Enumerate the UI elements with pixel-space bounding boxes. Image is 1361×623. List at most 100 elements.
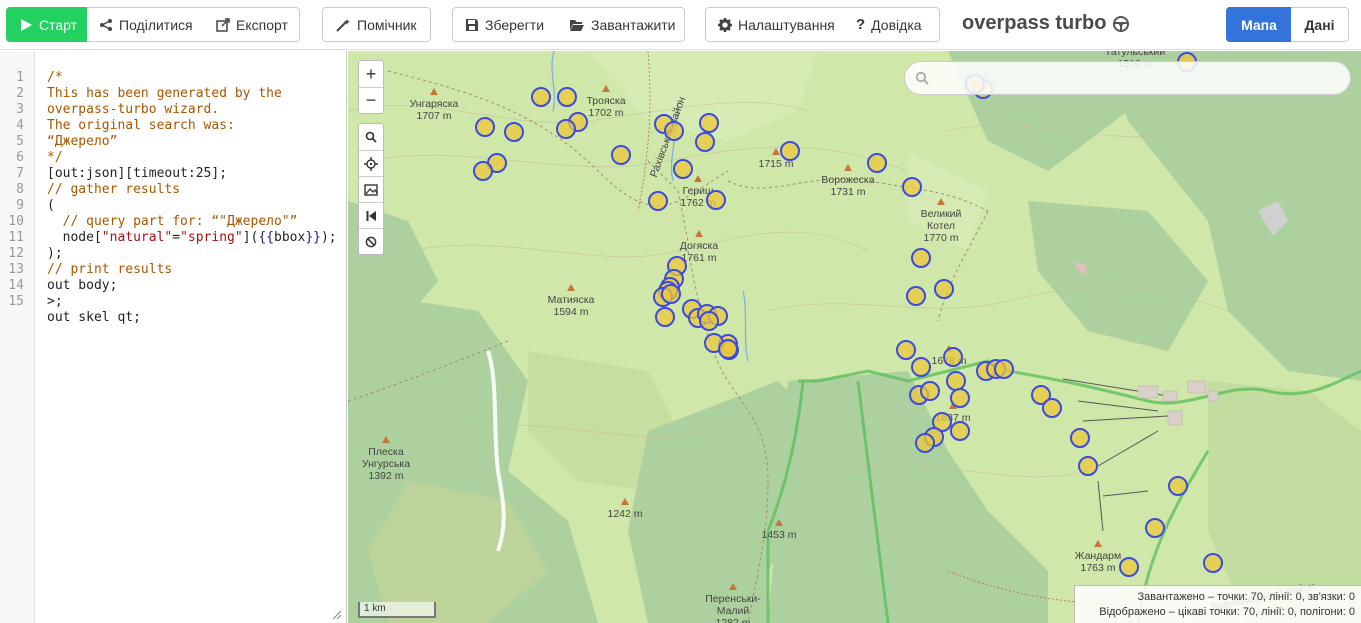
run-label: Старт — [39, 16, 78, 33]
spring-marker[interactable] — [780, 141, 800, 161]
spring-marker[interactable] — [896, 340, 916, 360]
spring-marker[interactable] — [475, 117, 495, 137]
export-button[interactable]: Експорт — [204, 7, 300, 42]
spring-marker[interactable] — [504, 122, 524, 142]
spring-marker[interactable] — [943, 347, 963, 367]
spring-marker[interactable] — [673, 159, 693, 179]
spring-marker[interactable] — [557, 87, 577, 107]
restore-view-button[interactable] — [359, 202, 383, 228]
spring-marker[interactable] — [706, 190, 726, 210]
spring-marker[interactable] — [867, 153, 887, 173]
scale-bar: 1 km — [358, 602, 436, 618]
spring-marker[interactable] — [1203, 553, 1223, 573]
code-token: */ — [47, 150, 63, 165]
code-line: [out:json][timeout:25]; — [47, 166, 337, 182]
load-label: Завантажити — [591, 16, 676, 33]
spring-marker[interactable] — [920, 381, 940, 401]
line-number: 13 — [8, 262, 24, 277]
save-button[interactable]: Зберегти — [452, 7, 558, 42]
run-button[interactable]: Старт — [6, 7, 88, 42]
search-button[interactable] — [359, 124, 383, 150]
code-token: The original search was: — [47, 118, 235, 133]
spring-marker[interactable] — [1168, 476, 1188, 496]
spring-marker[interactable] — [1078, 456, 1098, 476]
spring-marker[interactable] — [950, 421, 970, 441]
tab-map[interactable]: Мапа — [1226, 7, 1292, 42]
spring-marker[interactable] — [699, 113, 719, 133]
code-line: ); — [47, 246, 337, 262]
spring-marker[interactable] — [648, 191, 668, 211]
peak-name: Ворожеска — [821, 174, 875, 186]
code-line: The original search was: — [47, 118, 337, 134]
help-button[interactable]: ? Довідка — [844, 7, 940, 42]
spring-marker[interactable] — [911, 357, 931, 377]
zoom-in-button[interactable]: + — [359, 61, 383, 87]
share-button[interactable]: Поділитися — [87, 7, 205, 42]
spring-marker[interactable] — [556, 119, 576, 139]
spring-marker[interactable] — [664, 121, 684, 141]
spring-marker[interactable] — [915, 433, 935, 453]
spring-marker[interactable] — [473, 161, 493, 181]
code-line: This has been generated by the — [47, 86, 337, 102]
spring-marker[interactable] — [1042, 398, 1062, 418]
settings-button[interactable]: Налаштування — [705, 7, 845, 42]
map-search-input[interactable] — [939, 68, 1339, 90]
peak-marker-icon — [382, 436, 390, 443]
peak-label: Гериш 1762 m — [658, 185, 738, 209]
spring-marker[interactable] — [611, 145, 631, 165]
spring-marker[interactable] — [718, 339, 738, 359]
spring-marker[interactable] — [531, 87, 551, 107]
peak-label: 1715 m — [736, 158, 816, 170]
zoom-out-button[interactable]: − — [359, 87, 383, 113]
code-token: [out:json][timeout: — [47, 166, 196, 181]
spring-marker[interactable] — [699, 311, 719, 331]
spring-marker[interactable] — [911, 248, 931, 268]
code-token: out skel qt; — [47, 310, 141, 325]
map-search-bar[interactable] — [904, 61, 1351, 95]
map-view[interactable]: Унгаряска 1707 m Трояска 1702 m 1715 m Вороже… — [348, 51, 1361, 623]
peak-marker-icon — [937, 198, 945, 205]
ban-icon — [365, 236, 377, 247]
peak-marker-icon — [775, 519, 783, 526]
code-token: }} — [305, 230, 321, 245]
locate-button[interactable] — [359, 150, 383, 176]
toolbar: Старт Поділитися Експорт Помічник Зберег… — [0, 0, 1361, 50]
spring-marker[interactable] — [906, 286, 926, 306]
line-number: 11 — [8, 230, 24, 245]
peak-label: Великий Котел 1770 m — [901, 208, 981, 244]
spring-marker[interactable] — [1070, 428, 1090, 448]
query-editor[interactable]: 1 2 3 4 5 6 7 8 9 10 11 12 13 14 15 /* This has been ge… — [0, 51, 347, 623]
wizard-label: Помічник — [357, 16, 417, 33]
code-token: node[ — [47, 230, 102, 245]
peak-marker-icon — [844, 164, 852, 171]
peak-marker-icon — [772, 148, 780, 155]
peak-marker-icon — [430, 88, 438, 95]
code-token: /* — [47, 70, 63, 85]
code-line: // query part for: “"Джерело"” — [47, 214, 337, 230]
line-number: 10 — [8, 214, 24, 229]
peak-name: Татульський — [1104, 51, 1166, 58]
clear-data-button[interactable] — [359, 228, 383, 254]
code-token: // print results — [47, 262, 173, 277]
load-button[interactable]: Завантажити — [557, 7, 685, 42]
spring-marker[interactable] — [934, 279, 954, 299]
spring-marker[interactable] — [902, 177, 922, 197]
spring-marker[interactable] — [994, 359, 1014, 379]
spring-marker[interactable] — [695, 132, 715, 152]
code-area[interactable]: /* This has been generated by the overpass… — [47, 51, 337, 326]
spring-marker[interactable] — [655, 307, 675, 327]
spring-marker[interactable] — [1145, 518, 1165, 538]
tab-data[interactable]: Дані — [1291, 7, 1349, 42]
line-number: 1 — [16, 70, 24, 85]
code-token: ); — [320, 230, 337, 245]
layers-button[interactable] — [359, 176, 383, 202]
wizard-button[interactable]: Помічник — [322, 7, 431, 42]
spring-marker[interactable] — [1119, 557, 1139, 577]
peak-name: Плеска — [368, 446, 404, 458]
spring-marker[interactable] — [661, 284, 681, 304]
peak-name: Перенськи- — [705, 593, 761, 605]
peak-name: Трояска — [586, 95, 626, 107]
spring-marker[interactable] — [950, 388, 970, 408]
resize-handle-icon[interactable] — [332, 610, 342, 620]
peak-elevation: 1707 m — [416, 110, 452, 122]
